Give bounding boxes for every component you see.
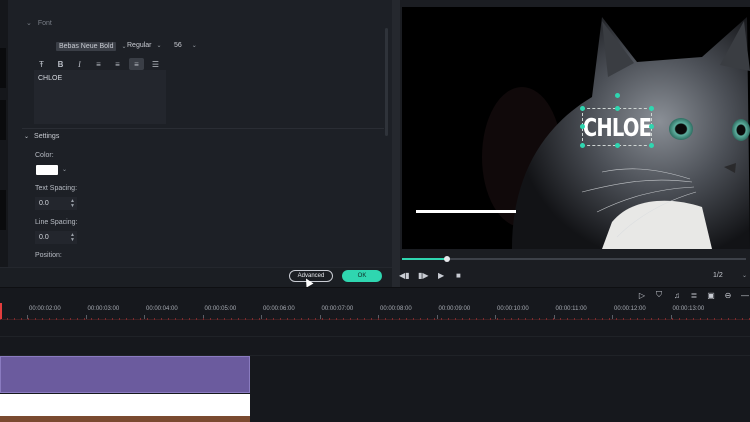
resize-handle[interactable]	[580, 106, 585, 111]
text-spacing-stepper[interactable]: 0.0 ▲ ▼	[35, 197, 77, 210]
resize-handle[interactable]	[649, 124, 654, 129]
color-label: Color:	[35, 152, 54, 159]
chevron-down-icon: ⌄	[156, 43, 162, 49]
text-spacing-value: 0.0	[39, 200, 49, 207]
render-preview-icon[interactable]: ▷	[637, 290, 647, 300]
video-clip-strip[interactable]	[0, 416, 250, 422]
stop-icon[interactable]: ■	[456, 271, 461, 280]
font-family-dropdown[interactable]: Bebas Neue Bold ⌄	[56, 42, 127, 51]
text-content-value: CHLOE	[38, 75, 63, 82]
resize-handle[interactable]	[580, 143, 585, 148]
media-thumbnail[interactable]	[0, 190, 6, 230]
microphone-icon[interactable]: ♫	[672, 290, 682, 300]
stepper-arrows-icon[interactable]: ▲ ▼	[70, 232, 77, 243]
font-weight-dropdown[interactable]: Regular ⌄	[127, 42, 162, 49]
zoom-slider-icon[interactable]: —	[740, 290, 750, 300]
text-content-input[interactable]: CHLOE	[34, 70, 166, 124]
voiceover-icon[interactable]: ≣	[689, 290, 699, 300]
timeline-tick-label: 00:00:07:00	[321, 306, 354, 312]
align-left-icon[interactable]: ≡	[91, 58, 106, 70]
lower-third-bar[interactable]	[416, 210, 516, 213]
playhead[interactable]	[0, 303, 2, 319]
align-right-icon[interactable]: ≡	[110, 58, 125, 70]
font-weight-value: Regular	[127, 42, 152, 49]
timeline-tick-label: 00:00:13:00	[672, 306, 705, 312]
panel-scrollbar[interactable]	[385, 28, 388, 136]
rotate-handle[interactable]	[615, 93, 620, 98]
timeline-tick-label: 00:00:05:00	[204, 306, 237, 312]
title-clip[interactable]	[0, 356, 250, 393]
resize-handle[interactable]	[615, 106, 620, 111]
timeline-tick-label: 00:00:06:00	[263, 306, 295, 312]
timeline-tick-label: 00:00:10:00	[497, 306, 529, 312]
italic-icon[interactable]: I	[72, 58, 87, 70]
font-section-header[interactable]: ⌄ Font	[26, 19, 52, 27]
position-label: Position:	[35, 252, 62, 259]
section-divider	[22, 128, 384, 129]
font-section-label: Font	[37, 20, 52, 27]
font-size-dropdown[interactable]: 56 ⌄	[174, 42, 197, 49]
line-spacing-label: Line Spacing:	[35, 219, 78, 226]
playback-progress-fill	[402, 258, 447, 260]
page-indicator[interactable]: 1/2	[713, 272, 723, 279]
bold-icon[interactable]: B	[53, 58, 68, 70]
timeline-tick-label: 00:00:09:00	[438, 306, 471, 312]
snapshot-icon[interactable]: ▣	[706, 290, 716, 300]
chevron-down-icon: ⌄	[24, 134, 30, 140]
justify-icon[interactable]: ☰	[148, 58, 163, 70]
video-clip-thumbnail[interactable]	[0, 394, 250, 416]
ok-button[interactable]: OK	[342, 270, 382, 282]
track-separator	[0, 336, 750, 337]
next-frame-icon[interactable]: ▮▶	[418, 271, 429, 280]
panel-divider[interactable]	[392, 0, 400, 287]
timeline-ruler[interactable]: 00:00:02:00 00:00:03:00 00:00:04:00 00:00:0…	[0, 303, 750, 319]
playback-progress-knob[interactable]	[443, 256, 450, 262]
chevron-down-icon[interactable]: ⌄	[742, 272, 747, 279]
timeline-tick-label: 00:00:02:00	[29, 306, 61, 312]
chevron-down-icon: ⌄	[121, 44, 127, 50]
timeline-tick-label: 00:00:11:00	[555, 306, 587, 312]
ruler-marks	[0, 318, 750, 320]
resize-handle[interactable]	[649, 143, 654, 148]
settings-section-header[interactable]: ⌄ Settings	[24, 133, 59, 140]
previous-frame-icon[interactable]: ◀▮	[399, 271, 410, 280]
timeline-tick-label: 00:00:12:00	[614, 306, 646, 312]
zoom-out-icon[interactable]: ⊖	[723, 290, 733, 300]
line-spacing-stepper[interactable]: 0.0 ▲ ▼	[35, 231, 77, 244]
resize-handle[interactable]	[615, 143, 620, 148]
text-case-icon[interactable]: Ŧ	[34, 58, 49, 70]
shield-icon[interactable]: ⛉	[654, 290, 664, 300]
timeline-tick-label: 00:00:08:00	[380, 306, 412, 312]
align-center-icon[interactable]: ≡	[129, 58, 144, 70]
timeline-tick-label: 00:00:04:00	[146, 306, 178, 312]
resize-handle[interactable]	[649, 106, 654, 111]
timeline-divider	[0, 287, 750, 288]
font-size-value: 56	[174, 42, 182, 49]
stepper-arrows-icon[interactable]: ▲ ▼	[70, 198, 77, 209]
media-thumbnail[interactable]	[0, 48, 6, 88]
play-icon[interactable]: ▶	[438, 271, 444, 280]
color-picker[interactable]	[36, 165, 58, 175]
timeline-tick-label: 00:00:03:00	[87, 306, 120, 312]
media-strip	[0, 0, 8, 287]
chevron-down-icon: ⌄	[191, 43, 197, 49]
settings-label: Settings	[34, 133, 60, 140]
format-toolbar: Ŧ B I ≡ ≡ ≡ ☰	[34, 58, 167, 70]
font-family-value: Bebas Neue Bold	[56, 42, 117, 51]
chevron-down-icon: ⌄	[26, 20, 32, 27]
chevron-down-icon[interactable]: ⌄	[62, 166, 67, 173]
title-text-overlay[interactable]: CHLOE	[583, 108, 652, 146]
panel-footer	[0, 267, 392, 287]
media-thumbnail[interactable]	[0, 100, 6, 140]
line-spacing-value: 0.0	[39, 234, 49, 241]
playback-progress-track[interactable]	[402, 258, 746, 260]
text-spacing-label: Text Spacing:	[35, 185, 78, 192]
resize-handle[interactable]	[580, 124, 585, 129]
